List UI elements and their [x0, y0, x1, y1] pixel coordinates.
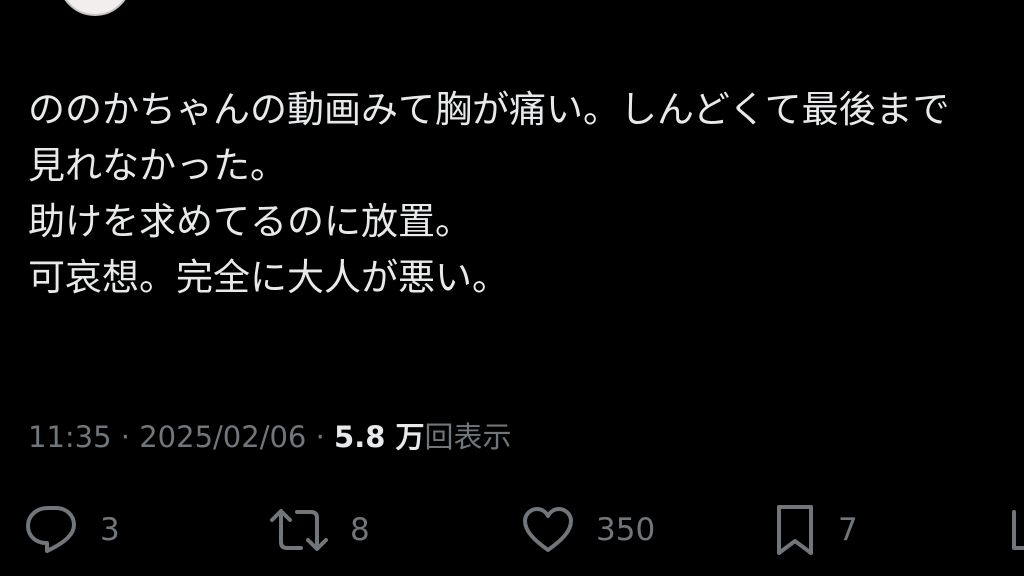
speech-bubble-icon [26, 506, 76, 553]
retweet-count: 8 [350, 512, 370, 548]
tweet-text: ののかちゃんの動画みて胸が痛い。しんどくて最後まで 見れなかった。 助けを求めて… [28, 82, 1024, 306]
meta-separator: · [111, 420, 140, 454]
tweet-date[interactable]: 2025/02/06 [139, 420, 306, 454]
tweet-line-2: 見れなかった。 [28, 144, 287, 187]
bookmark-button[interactable]: 7 [772, 500, 858, 560]
retweet-button[interactable]: 8 [268, 500, 370, 560]
share-button[interactable] [1010, 500, 1024, 560]
views-label: 回表示 [424, 420, 512, 454]
tweet-meta: 11:35 · 2025/02/06 · 5.8 万回表示 [28, 414, 512, 460]
bookmark-count: 7 [838, 512, 858, 548]
tweet-time[interactable]: 11:35 [28, 420, 112, 454]
share-icon [1012, 510, 1024, 550]
bookmark-icon [777, 505, 813, 555]
action-bar: 3 8 350 7 [0, 500, 1024, 560]
reply-count: 3 [100, 512, 120, 548]
meta-separator: · [306, 420, 335, 454]
avatar[interactable] [58, 0, 132, 16]
heart-icon [523, 507, 573, 552]
views-count[interactable]: 5.8 万 [334, 420, 424, 454]
retweet-arrows-icon [270, 509, 328, 551]
tweet-line-1: ののかちゃんの動画みて胸が痛い。しんどくて最後まで [28, 88, 950, 131]
reply-button[interactable]: 3 [24, 500, 120, 560]
like-count: 350 [596, 512, 656, 548]
tweet-line-4: 可哀想。完全に大人が悪い。 [28, 256, 509, 299]
like-button[interactable]: 350 [520, 500, 655, 560]
tweet-line-3: 助けを求めてるのに放置。 [28, 200, 472, 243]
